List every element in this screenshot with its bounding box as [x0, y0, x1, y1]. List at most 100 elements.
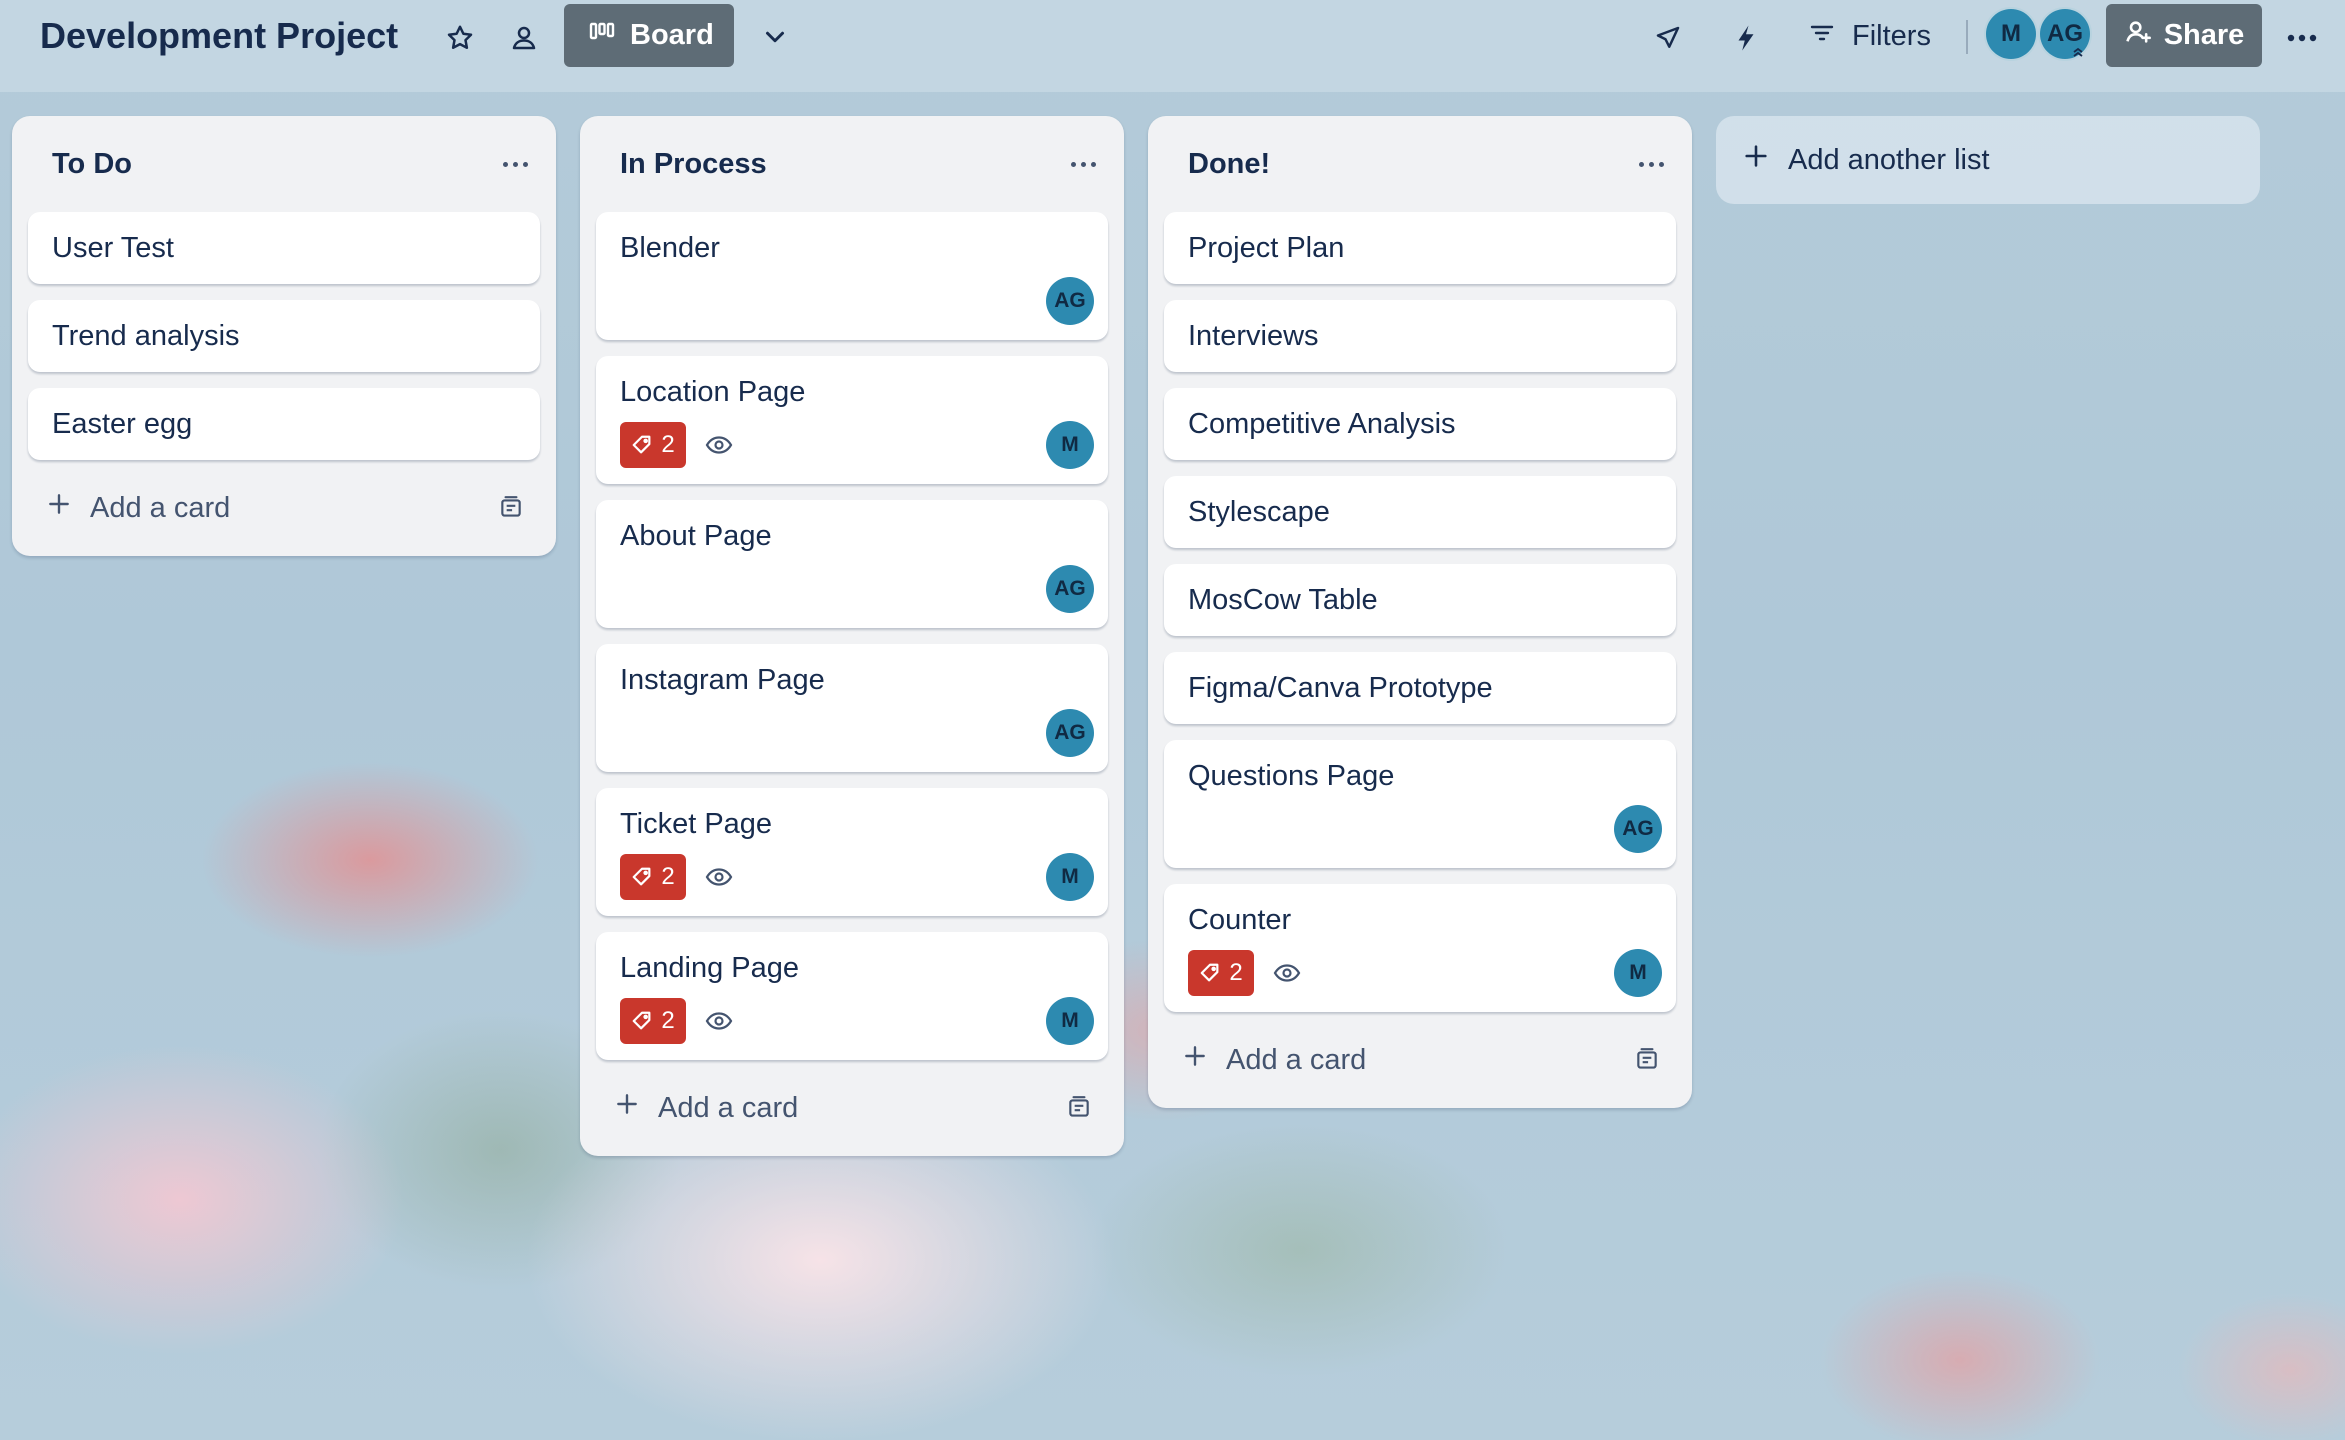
- card-template-icon[interactable]: [498, 495, 524, 521]
- card[interactable]: Competitive Analysis: [1164, 388, 1676, 460]
- card-member-avatar[interactable]: AG: [1046, 709, 1094, 757]
- list-menu-icon[interactable]: [1071, 154, 1096, 174]
- add-person-icon: [2124, 18, 2152, 54]
- badge-count: 2: [661, 863, 675, 890]
- list-menu-icon[interactable]: [1639, 154, 1664, 174]
- badge-count: 2: [661, 1007, 675, 1034]
- card-member-avatar[interactable]: M: [1046, 421, 1094, 469]
- card-title: Ticket Page: [620, 808, 773, 840]
- star-icon[interactable]: [440, 18, 480, 58]
- card[interactable]: About Page AG: [596, 500, 1108, 628]
- card-title: Questions Page: [1188, 760, 1395, 792]
- list-header: In Process: [580, 116, 1124, 212]
- card-member-avatar[interactable]: AG: [1046, 277, 1094, 325]
- rocket-icon[interactable]: [1646, 16, 1690, 60]
- eye-icon: [704, 433, 734, 457]
- card-title: Interviews: [1188, 320, 1319, 352]
- card[interactable]: Questions Page AG: [1164, 740, 1676, 868]
- card-title: About Page: [620, 520, 772, 552]
- list-title[interactable]: To Do: [52, 148, 132, 181]
- card-template-icon[interactable]: [1634, 1047, 1660, 1073]
- card-title: Counter: [1188, 904, 1292, 936]
- card-title: Project Plan: [1188, 232, 1345, 264]
- card[interactable]: Easter egg: [28, 388, 540, 460]
- eye-icon: [704, 1009, 734, 1033]
- card-title: Stylescape: [1188, 496, 1330, 528]
- card[interactable]: Stylescape: [1164, 476, 1676, 548]
- card-member-avatar[interactable]: M: [1046, 853, 1094, 901]
- card-member-avatar[interactable]: AG: [1614, 805, 1662, 853]
- card-title: Trend analysis: [52, 320, 240, 352]
- eye-icon: [704, 865, 734, 889]
- chevron-down-icon[interactable]: [754, 16, 796, 58]
- card[interactable]: Blender AG: [596, 212, 1108, 340]
- card-title: Easter egg: [52, 408, 193, 440]
- tag-icon: [632, 435, 651, 454]
- add-card-button[interactable]: Add a card: [1148, 1012, 1692, 1108]
- card-template-icon[interactable]: [1066, 1095, 1092, 1121]
- share-label: Share: [2163, 19, 2245, 51]
- card[interactable]: Landing Page 2 M: [596, 932, 1108, 1060]
- checklist-badge: 2: [1188, 950, 1254, 996]
- card-title: Landing Page: [620, 952, 799, 984]
- card-title: Figma/Canva Prototype: [1188, 672, 1493, 704]
- checklist-badge: 2: [620, 422, 686, 468]
- card[interactable]: Interviews: [1164, 300, 1676, 372]
- add-card-label: Add a card: [90, 491, 231, 524]
- eye-icon: [1272, 961, 1302, 985]
- plus-icon: [614, 1091, 640, 1125]
- add-list-button[interactable]: Add another list: [1716, 116, 2260, 204]
- list-title[interactable]: In Process: [620, 148, 767, 181]
- admin-chevron-icon: [2070, 44, 2086, 60]
- board-view-button[interactable]: Board: [564, 4, 734, 67]
- list-to-do: To Do User Test Trend analysis Easter eg…: [12, 116, 556, 556]
- board-view-label: Board: [630, 19, 714, 51]
- badge-count: 2: [1229, 959, 1243, 986]
- card[interactable]: Trend analysis: [28, 300, 540, 372]
- list-title[interactable]: Done!: [1188, 148, 1270, 181]
- board-title[interactable]: Development Project: [40, 16, 398, 56]
- add-card-button[interactable]: Add a card: [12, 460, 556, 556]
- list-menu-icon[interactable]: [503, 154, 528, 174]
- list-header: To Do: [12, 116, 556, 212]
- card-member-avatar[interactable]: M: [1046, 997, 1094, 1045]
- card[interactable]: Project Plan: [1164, 212, 1676, 284]
- people-icon[interactable]: [504, 18, 544, 58]
- filters-button[interactable]: Filters: [1808, 12, 1931, 60]
- plus-icon: [1182, 1043, 1208, 1077]
- tag-icon: [1200, 963, 1219, 982]
- filters-label: Filters: [1852, 19, 1931, 52]
- tag-icon: [632, 1011, 651, 1030]
- add-card-label: Add a card: [658, 1091, 799, 1124]
- card-member-avatar[interactable]: M: [1614, 949, 1662, 997]
- header-divider: [1966, 20, 1968, 54]
- checklist-badge: 2: [620, 854, 686, 900]
- list-done: Done! Project Plan Interviews Competitiv…: [1148, 116, 1692, 1108]
- board-header: Development Project Board Filters M AG S…: [0, 0, 2345, 92]
- card-title: User Test: [52, 232, 174, 264]
- card[interactable]: Instagram Page AG: [596, 644, 1108, 772]
- add-list-label: Add another list: [1788, 143, 1990, 176]
- card-title: Instagram Page: [620, 664, 825, 696]
- card[interactable]: Counter 2 M: [1164, 884, 1676, 1012]
- list-header: Done!: [1148, 116, 1692, 212]
- board-icon: [588, 19, 616, 52]
- card[interactable]: Location Page 2 M: [596, 356, 1108, 484]
- card-title: Competitive Analysis: [1188, 408, 1456, 440]
- member-avatar[interactable]: M: [1984, 7, 2038, 61]
- card[interactable]: Figma/Canva Prototype: [1164, 652, 1676, 724]
- list-in-process: In Process Blender AG Location Page 2 M …: [580, 116, 1124, 1156]
- card[interactable]: MosCow Table: [1164, 564, 1676, 636]
- add-card-button[interactable]: Add a card: [580, 1060, 1124, 1156]
- share-button[interactable]: Share: [2106, 4, 2262, 67]
- add-card-label: Add a card: [1226, 1043, 1367, 1076]
- filter-icon: [1808, 20, 1836, 53]
- card-member-avatar[interactable]: AG: [1046, 565, 1094, 613]
- card-title: Blender: [620, 232, 720, 264]
- card[interactable]: Ticket Page 2 M: [596, 788, 1108, 916]
- lightning-icon[interactable]: [1724, 16, 1768, 60]
- checklist-badge: 2: [620, 998, 686, 1044]
- more-options-icon[interactable]: [2280, 16, 2324, 60]
- card[interactable]: User Test: [28, 212, 540, 284]
- plus-icon: [1742, 142, 1770, 178]
